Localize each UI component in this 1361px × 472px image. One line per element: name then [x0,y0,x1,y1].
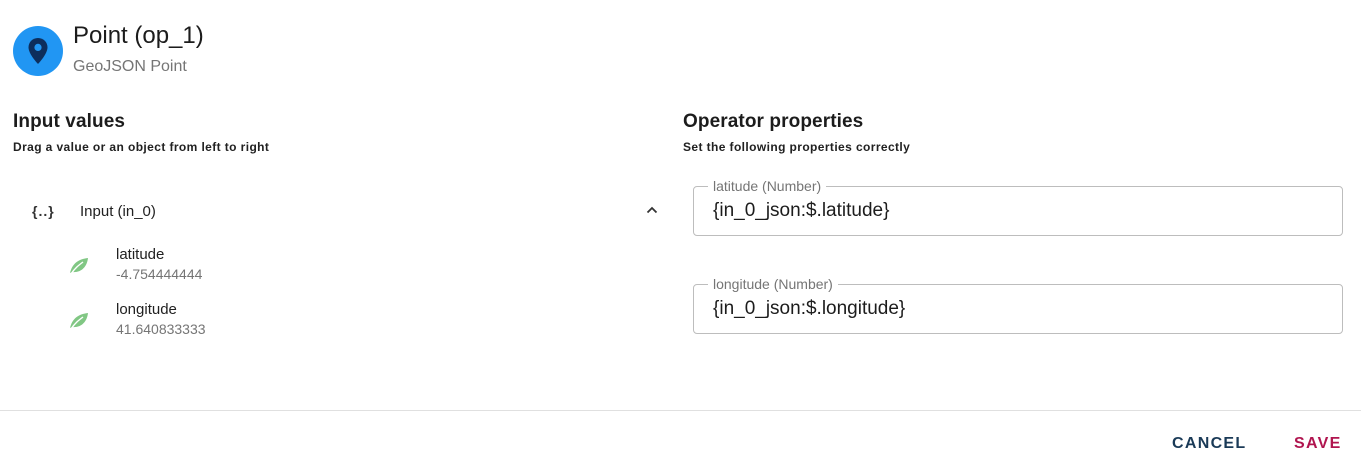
save-button[interactable]: SAVE [1286,426,1350,462]
longitude-input[interactable] [694,285,1342,333]
leaf-icon [68,256,90,281]
leaf-icon [68,311,90,336]
latitude-input[interactable] [694,187,1342,235]
value-name: latitude [116,246,165,263]
input-object-label: Input (in_0) [80,202,156,220]
chevron-up-icon[interactable] [644,202,660,223]
value-text: 41.640833333 [116,321,206,337]
operator-properties-heading: Operator properties [683,111,864,132]
page-subtitle: GeoJSON Point [73,58,187,75]
latitude-field[interactable]: latitude (Number) [693,178,1343,236]
value-name: longitude [116,301,177,318]
input-object-row[interactable]: {..} Input (in_0) [32,198,664,224]
input-values-heading: Input values [13,111,126,132]
value-text: -4.754444444 [116,266,203,282]
footer-divider [0,410,1361,411]
longitude-field[interactable]: longitude (Number) [693,276,1343,334]
location-pin-icon [28,38,48,64]
object-braces-icon: {..} [32,203,55,219]
input-value-item-longitude[interactable]: longitude 41.640833333 [68,301,368,341]
input-values-subheading: Drag a value or an object from left to r… [13,140,270,154]
input-value-item-latitude[interactable]: latitude -4.754444444 [68,246,368,286]
operator-properties-subheading: Set the following properties correctly [683,140,911,154]
cancel-button[interactable]: CANCEL [1164,426,1254,462]
operator-header: Point (op_1) GeoJSON Point [13,22,204,77]
operator-avatar [13,26,63,76]
page-title: Point (op_1) [73,22,204,49]
